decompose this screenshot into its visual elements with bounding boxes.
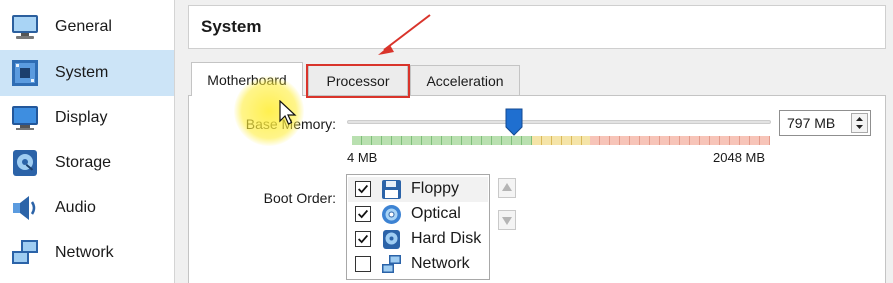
boot-item-network[interactable]: Network [348,252,488,277]
memory-scale-bar [352,136,770,145]
section-header: System [188,5,886,49]
boot-item-hard-disk[interactable]: Hard Disk [348,227,488,252]
boot-item-label: Optical [411,205,461,222]
sidebar-item-storage[interactable]: Storage [0,140,174,186]
memory-min-label: 4 MB [347,150,378,165]
sidebar-item-network[interactable]: Network [0,230,174,276]
hard-disk-checkbox[interactable] [355,231,371,247]
boot-item-floppy[interactable]: Floppy [348,177,488,202]
boot-item-optical[interactable]: Optical [348,202,488,227]
hard-disk-icon [383,230,400,249]
display-icon [12,106,38,130]
sidebar-item-label: Storage [55,154,112,171]
sidebar-item-display[interactable]: Display [0,95,174,141]
base-memory-label: Base Memory: [245,116,336,132]
up-down-arrows-icon [856,117,863,129]
sidebar-item-audio[interactable]: Audio [0,185,174,231]
check-icon [358,184,369,194]
base-memory-spinbox[interactable]: 797 MB [779,110,871,136]
move-up-button[interactable] [498,178,516,198]
boot-item-label: Hard Disk [411,230,482,247]
sidebar-item-label: System [55,64,109,81]
boot-item-label: Floppy [411,180,460,197]
network-icon [12,240,38,264]
scale-safe-zone [352,136,532,145]
boot-item-label: Network [411,255,470,272]
spinbox-buttons[interactable] [851,113,868,133]
base-memory-value: 797 MB [787,115,836,131]
sidebar-item-label: Audio [55,199,96,216]
arrow-down-icon [502,217,512,225]
arrow-up-icon [502,183,512,191]
sidebar-item-label: Network [55,244,114,261]
network-checkbox[interactable] [355,256,371,272]
sidebar-item-system[interactable]: System [0,50,174,96]
scale-danger-zone [590,136,770,145]
settings-sidebar: General System Display Storage Audio Net… [0,0,175,283]
motherboard-icon [12,60,38,86]
page-title: System [201,17,262,36]
tab-processor[interactable]: Processor [308,65,408,95]
storage-icon [13,150,37,176]
monitor-icon [12,15,38,39]
check-icon [358,234,369,244]
network-icon [382,255,401,273]
slider-handle[interactable] [505,108,523,136]
memory-max-label: 2048 MB [713,150,766,165]
move-down-button[interactable] [498,210,516,230]
speaker-icon [13,196,36,220]
check-icon [358,209,369,219]
boot-order-list: Floppy Optical Hard Disk Network [346,174,490,280]
floppy-icon [382,180,401,199]
sidebar-item-label: General [55,18,112,35]
optical-checkbox[interactable] [355,206,371,222]
optical-disc-icon [382,205,401,224]
boot-order-label: Boot Order: [263,190,336,206]
sidebar-item-label: Display [55,109,108,126]
tab-motherboard[interactable]: Motherboard [191,62,303,96]
tab-acceleration[interactable]: Acceleration [410,65,520,95]
scale-warning-zone [531,136,591,145]
sidebar-item-general[interactable]: General [0,4,174,50]
base-memory-slider[interactable] [347,120,771,124]
floppy-checkbox[interactable] [355,181,371,197]
